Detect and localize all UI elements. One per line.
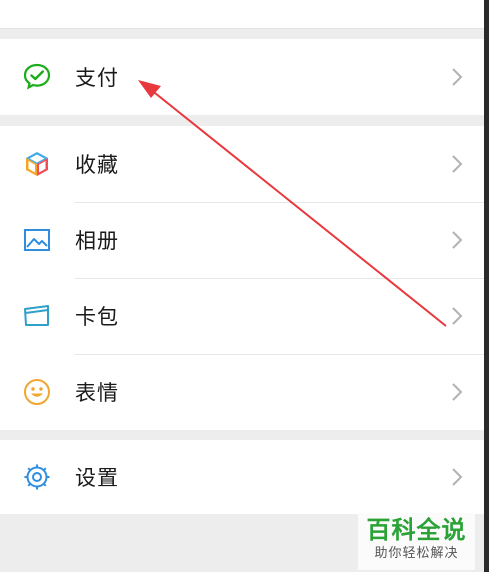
menu-item-label: 卡包 <box>75 305 119 329</box>
photo-album-icon <box>20 223 54 257</box>
watermark-title: 百科全说 <box>366 516 467 544</box>
menu-item-stickers[interactable]: 表情 <box>0 354 484 430</box>
wechat-pay-icon <box>20 60 54 94</box>
menu-item-album[interactable]: 相册 <box>0 202 484 278</box>
menu-item-pay[interactable]: 支付 <box>0 39 484 115</box>
chevron-right-icon <box>452 468 463 486</box>
menu-item-favorites[interactable]: 收藏 <box>0 126 484 202</box>
top-section-strip <box>0 0 484 29</box>
watermark-logo: 百科全说 助你轻松解决 <box>358 513 475 570</box>
menu-item-settings[interactable]: 设置 <box>0 440 484 514</box>
favorites-cube-icon <box>20 147 54 181</box>
watermark-subtitle: 助你轻松解决 <box>374 546 459 561</box>
smiley-emoji-icon <box>20 375 54 409</box>
menu-item-label: 表情 <box>75 381 119 405</box>
chevron-right-icon <box>452 307 463 325</box>
menu-group-main: 收藏 相册 卡包 表情 <box>0 126 484 430</box>
chevron-right-icon <box>452 155 463 173</box>
chevron-right-icon <box>452 231 463 249</box>
menu-group-settings: 设置 <box>0 440 484 514</box>
right-edge-bar <box>484 0 489 572</box>
chevron-right-icon <box>452 383 463 401</box>
menu-group-pay: 支付 <box>0 39 484 115</box>
menu-item-label: 相册 <box>75 229 119 253</box>
menu-item-label: 支付 <box>75 66 119 90</box>
gear-icon <box>20 460 54 494</box>
menu-item-label: 收藏 <box>75 153 119 177</box>
card-wallet-icon <box>20 299 54 333</box>
menu-item-label: 设置 <box>75 466 119 490</box>
chevron-right-icon <box>452 68 463 86</box>
menu-item-cards[interactable]: 卡包 <box>0 278 484 354</box>
